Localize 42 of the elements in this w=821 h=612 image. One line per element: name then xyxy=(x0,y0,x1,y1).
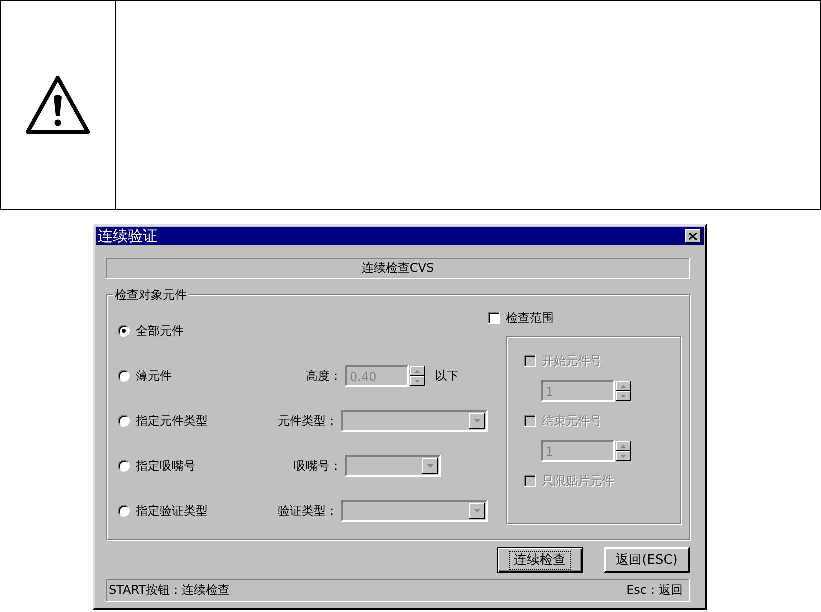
option-label: 指定吸嘴号 xyxy=(136,458,196,474)
down-arrow-icon xyxy=(621,394,626,398)
up-arrow-icon xyxy=(621,384,626,388)
spin-buttons[interactable] xyxy=(616,441,631,461)
radio-button[interactable] xyxy=(118,460,130,472)
header-bar: 连续检查CVS xyxy=(106,258,690,279)
spin-buttons[interactable] xyxy=(410,366,425,386)
caret-icon xyxy=(474,419,480,423)
field-suffix: 以下 xyxy=(435,368,459,384)
down-arrow-icon xyxy=(621,454,626,458)
option-label: 指定验证类型 xyxy=(136,502,208,520)
radio-button[interactable] xyxy=(118,505,130,517)
checkbox-label: 开始元件号 xyxy=(542,352,602,370)
radio-button[interactable] xyxy=(118,325,130,337)
checkbox[interactable] xyxy=(488,312,500,324)
group-title: 检查对象元件 xyxy=(113,287,189,304)
status-text: START按钮：连续检查 xyxy=(109,582,230,599)
window-title: 连续验证 xyxy=(98,227,158,245)
field-label: 高度： xyxy=(305,368,342,384)
up-arrow-icon xyxy=(621,444,626,448)
option-label: 薄元件 xyxy=(136,368,172,384)
close-button[interactable] xyxy=(685,229,701,243)
option-label: 全部元件 xyxy=(136,322,184,340)
status-text: Esc：返回 xyxy=(626,582,683,599)
checkbox-label: 检查范围 xyxy=(506,310,554,326)
close-icon xyxy=(689,232,697,240)
radio-button[interactable] xyxy=(118,370,130,382)
dialog-button[interactable]: 连续检查 xyxy=(497,547,583,573)
checkbox-label: 结束元件号 xyxy=(542,412,602,430)
warning-icon xyxy=(26,76,90,134)
option-label: 指定元件类型 xyxy=(136,412,208,430)
down-arrow-icon xyxy=(415,380,420,382)
dialog-button[interactable]: 返回(ESC) xyxy=(604,547,690,573)
radio-button[interactable] xyxy=(118,415,130,427)
checkbox-label: 只限贴片元件 xyxy=(542,472,614,490)
field-label: 元件类型： xyxy=(276,412,338,430)
up-arrow-icon xyxy=(415,370,420,372)
caret-icon xyxy=(474,509,480,513)
caret-icon xyxy=(426,464,434,468)
spin-buttons[interactable] xyxy=(616,381,631,401)
field-label: 吸嘴号： xyxy=(293,458,342,474)
field-label: 验证类型： xyxy=(276,502,338,520)
